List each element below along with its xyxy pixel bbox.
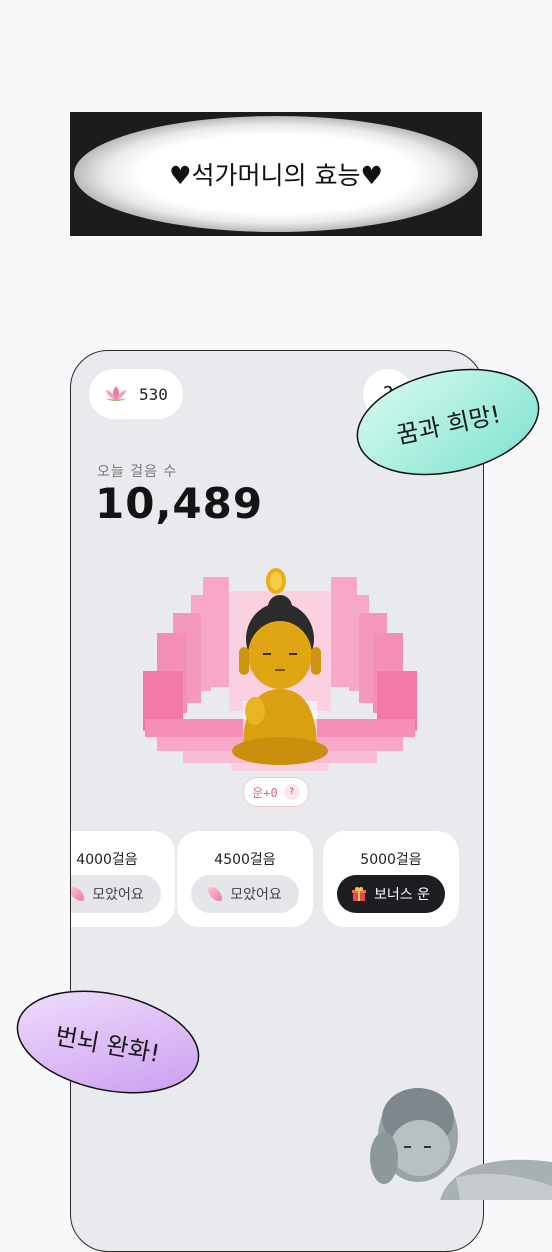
milestone-steps: 5000걸음 — [360, 852, 422, 868]
steps-count: 10,489 — [95, 479, 264, 528]
milestone-steps: 4000걸음 — [76, 852, 138, 868]
coin-balance-chip[interactable]: 530 — [89, 369, 183, 419]
reclining-buddha-icon — [370, 1088, 552, 1200]
collected-button[interactable]: 모았어요 — [191, 875, 299, 913]
luck-label: 운+0 — [252, 785, 278, 800]
lotus-buddha-illustration — [143, 568, 417, 771]
petal-icon — [71, 887, 85, 901]
promo-banner: ♥석가머니의 효능♥ — [70, 112, 482, 236]
collected-label: 모았어요 — [92, 887, 144, 903]
bubble-dreams-hope: 꿈과 희망! — [352, 364, 544, 480]
coin-icon — [266, 568, 286, 594]
coin-count: 530 — [139, 384, 168, 404]
collected-button[interactable]: 모았어요 — [71, 875, 161, 913]
steps-label: 오늘 걸음 수 — [97, 464, 178, 480]
milestone-card-5000: 5000걸음 보너스 운 — [323, 831, 459, 927]
banner-title: ♥석가머니의 효능♥ — [169, 161, 383, 190]
milestone-card-4000: 4000걸음 모았어요 — [71, 831, 175, 927]
luck-badge[interactable]: 운+0 ? — [243, 777, 309, 807]
lotus-icon — [105, 386, 127, 401]
milestone-steps: 4500걸음 — [214, 852, 276, 868]
collected-label: 모았어요 — [230, 887, 282, 903]
petal-icon — [208, 887, 223, 901]
question-icon: ? — [283, 784, 300, 800]
milestone-card-4500: 4500걸음 모았어요 — [177, 831, 313, 927]
bonus-luck-button[interactable]: 보너스 운 — [337, 875, 445, 913]
bubble-relief: 번뇌 완화! — [10, 986, 206, 1098]
bonus-luck-label: 보너스 운 — [374, 887, 430, 903]
gift-icon — [352, 887, 366, 901]
